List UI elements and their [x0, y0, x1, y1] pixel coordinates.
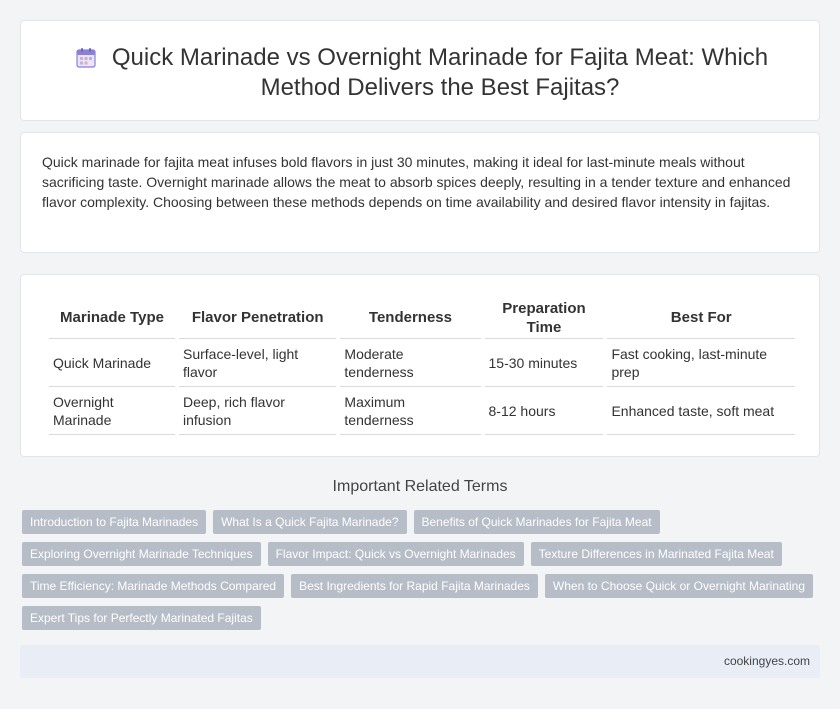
intro-paragraph: Quick marinade for fajita meat infuses b…	[42, 154, 791, 210]
related-term-tag[interactable]: Expert Tips for Perfectly Marinated Faji…	[22, 606, 261, 630]
related-term-tag[interactable]: When to Choose Quick or Overnight Marina…	[544, 574, 814, 598]
related-terms-list: Introduction to Fajita Marinades What Is…	[22, 510, 822, 630]
table-header-row: Marinade Type Flavor Penetration Tendern…	[49, 297, 795, 339]
table-row: Quick Marinade Surface-level, light flav…	[49, 339, 795, 387]
comparison-table-card: Marinade Type Flavor Penetration Tendern…	[20, 274, 820, 457]
related-term-tag[interactable]: Flavor Impact: Quick vs Overnight Marina…	[267, 542, 524, 566]
related-term-tag[interactable]: Benefits of Quick Marinades for Fajita M…	[413, 510, 660, 534]
table-cell: Maximum tenderness	[340, 387, 481, 435]
footer: cookingyes.com	[20, 645, 820, 678]
table-cell: Moderate tenderness	[340, 339, 481, 387]
table-cell: Fast cooking, last-minute prep	[607, 339, 795, 387]
table-cell: Deep, rich flavor infusion	[178, 387, 337, 435]
related-terms-title: Important Related Terms	[332, 478, 508, 495]
header-card: Quick Marinade vs Overnight Marinade for…	[20, 20, 820, 121]
table-cell: Overnight Marinade	[49, 387, 175, 435]
intro-card: Quick marinade for fajita meat infuses b…	[20, 132, 820, 253]
related-term-tag[interactable]: Introduction to Fajita Marinades	[22, 510, 207, 534]
related-term-tag[interactable]: Best Ingredients for Rapid Fajita Marina…	[291, 574, 538, 598]
table-row: Overnight Marinade Deep, rich flavor inf…	[49, 387, 795, 435]
column-header: Marinade Type	[49, 297, 175, 339]
column-header: Tenderness	[340, 297, 481, 339]
page-title: Quick Marinade vs Overnight Marinade for…	[111, 44, 769, 101]
related-term-tag[interactable]: What Is a Quick Fajita Marinade?	[213, 510, 407, 534]
table-cell: Surface-level, light flavor	[178, 339, 337, 387]
site-name[interactable]: cookingyes.com	[724, 654, 810, 668]
related-term-tag[interactable]: Time Efficiency: Marinade Methods Compar…	[22, 574, 285, 598]
table-cell: Quick Marinade	[49, 339, 175, 387]
related-term-tag[interactable]: Exploring Overnight Marinade Techniques	[22, 542, 261, 566]
table-cell: 15-30 minutes	[484, 339, 604, 387]
column-header: Preparation Time	[484, 297, 604, 339]
related-term-tag[interactable]: Texture Differences in Marinated Fajita …	[530, 542, 782, 566]
column-header: Best For	[607, 297, 795, 339]
column-header: Flavor Penetration	[178, 297, 337, 339]
comparison-table: Marinade Type Flavor Penetration Tendern…	[45, 297, 799, 435]
table-cell: 8-12 hours	[484, 387, 604, 435]
table-cell: Enhanced taste, soft meat	[607, 387, 795, 435]
